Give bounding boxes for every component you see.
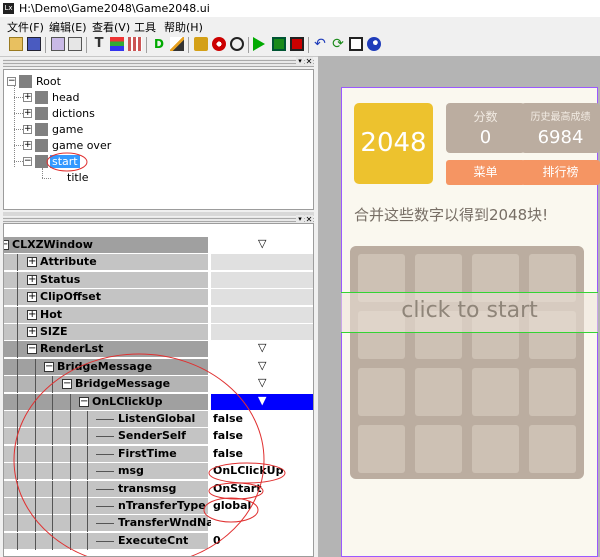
score-label: 分数 [473,110,498,124]
color-icon[interactable] [367,37,381,51]
image-icon[interactable] [51,37,65,51]
game-board [350,246,584,479]
toolbar: T D ↶ ⟳ [0,34,600,57]
tree-view[interactable]: − Root + head + dictions + game + game o… [3,69,314,210]
brush-icon[interactable] [170,37,184,51]
power-icon[interactable] [230,37,244,51]
logo-tile: 2048 [354,103,433,184]
app-icon: Lx [3,3,14,14]
refresh-icon[interactable]: ⟳ [331,37,345,51]
best-value: 6984 [537,127,584,148]
board-cell [415,425,462,473]
save-icon[interactable] [27,37,41,51]
window-title: H:\Demo\Game2048\Game2048.ui [19,2,210,15]
click-to-start-overlay[interactable]: click to start [341,292,598,333]
play-icon[interactable] [253,37,265,51]
text-icon[interactable]: T [92,37,106,51]
overlay-text: click to start [401,298,538,323]
layout-icon[interactable] [110,37,124,51]
property-grid[interactable]: −CLXZWindow▽+Attribute+Status+ClipOffset… [3,223,314,557]
pane-splitter[interactable] [3,212,314,216]
menu-file[interactable]: 文件(F) [7,19,44,35]
lock-icon[interactable] [194,37,208,51]
edit-icon[interactable] [68,37,82,51]
record-icon[interactable] [290,37,304,51]
board-cell [358,368,405,416]
annotation-ellipses [13,353,286,556]
close-icon[interactable]: ✕ [305,57,313,66]
menu-view[interactable]: 查看(V) [92,19,130,35]
board-cell [529,368,576,416]
d-icon[interactable]: D [152,37,166,51]
tree-pane-header[interactable]: ▾ ✕ [3,57,314,67]
score-box: 分数 0 [446,103,525,153]
menu-button[interactable]: 菜单 [446,160,525,185]
menu-bar: 文件(F) 编辑(E) 查看(V) 工具 帮助(H) [0,17,600,34]
stop-icon[interactable] [272,37,286,51]
grid-icon[interactable] [128,37,142,51]
board-cell [358,425,405,473]
board-cell [472,425,519,473]
board-cell [415,368,462,416]
open-icon[interactable] [9,37,23,51]
annotation-ellipse [46,152,88,172]
best-label: 历史最高成绩 [530,112,591,123]
crop-icon[interactable] [349,37,363,51]
title-bar: Lx H:\Demo\Game2048\Game2048.ui [0,0,600,18]
pin-icon[interactable]: ▾ [296,57,304,66]
menu-tools[interactable]: 工具 [134,19,156,35]
best-score-box: 历史最高成绩 6984 [521,103,600,153]
game-tip: 合并这些数字以得到2048块! [354,206,549,224]
menu-help[interactable]: 帮助(H) [164,19,203,35]
menu-edit[interactable]: 编辑(E) [49,19,87,35]
score-value: 0 [479,127,492,148]
board-cell [472,368,519,416]
board-cell [529,425,576,473]
undo-icon[interactable]: ↶ [313,37,327,51]
eye-icon[interactable] [212,37,226,51]
rank-button[interactable]: 排行榜 [521,160,600,185]
